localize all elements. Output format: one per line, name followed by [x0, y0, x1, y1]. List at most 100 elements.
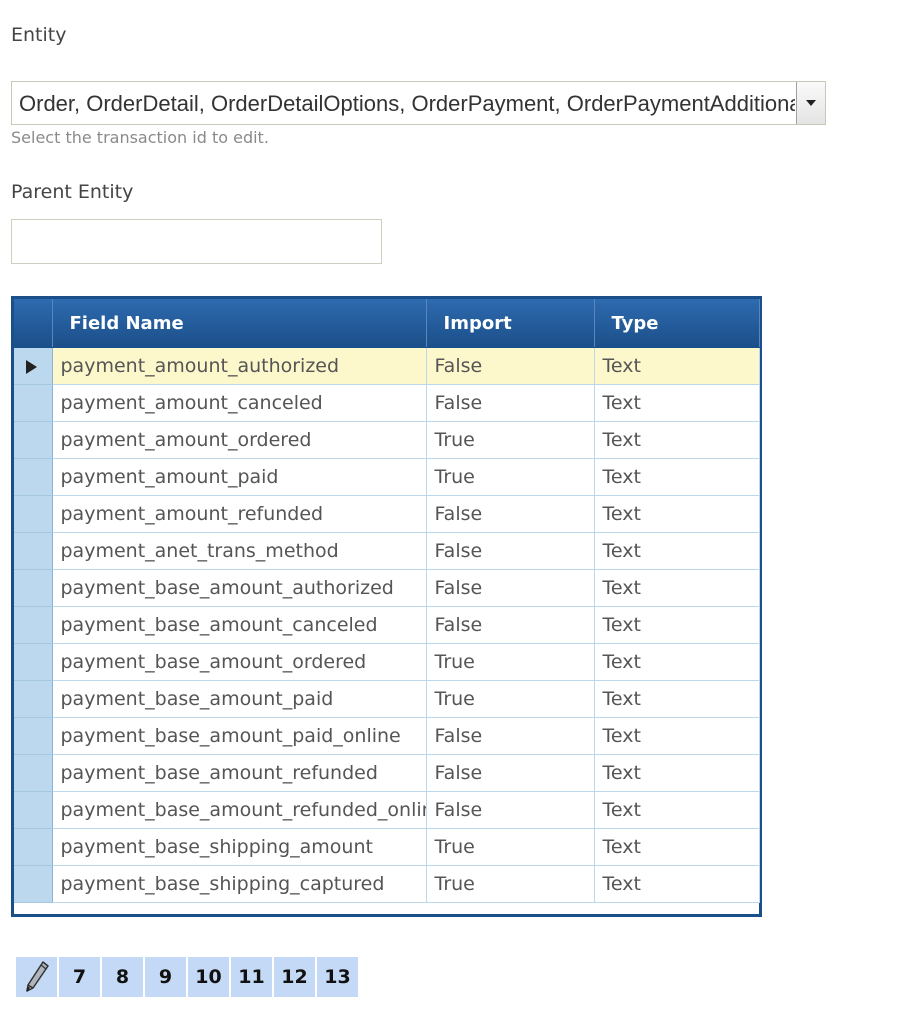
- chevron-down-icon: [806, 100, 816, 106]
- row-selector[interactable]: [14, 421, 53, 459]
- field-name-cell[interactable]: payment_amount_paid: [52, 458, 427, 496]
- row-selector[interactable]: [14, 828, 53, 866]
- field-name-cell[interactable]: payment_base_amount_paid: [52, 680, 427, 718]
- import-cell[interactable]: False: [426, 791, 595, 829]
- table-row[interactable]: payment_base_amount_paid True Text: [14, 680, 760, 718]
- import-cell[interactable]: False: [426, 569, 595, 607]
- row-selector[interactable]: [14, 569, 53, 607]
- table-row[interactable]: payment_base_amount_refunded_online False…: [14, 791, 760, 829]
- type-cell[interactable]: Text: [594, 347, 760, 385]
- import-cell[interactable]: False: [426, 717, 595, 755]
- import-cell[interactable]: True: [426, 680, 595, 718]
- field-name-cell[interactable]: payment_anet_trans_method: [52, 532, 427, 570]
- field-name-cell[interactable]: payment_base_amount_ordered: [52, 643, 427, 681]
- table-row[interactable]: payment_base_amount_paid_online False Text: [14, 717, 760, 755]
- type-cell[interactable]: Text: [594, 458, 760, 496]
- field-name-cell[interactable]: payment_base_shipping_amount: [52, 828, 427, 866]
- table-row[interactable]: payment_base_shipping_amount True Text: [14, 828, 760, 866]
- row-selector[interactable]: [14, 495, 53, 533]
- row-selector[interactable]: [14, 717, 53, 755]
- field-name-cell[interactable]: payment_amount_authorized: [52, 347, 427, 385]
- header-row: Field Name Import Type: [14, 299, 760, 348]
- table-row[interactable]: payment_amount_ordered True Text: [14, 421, 760, 459]
- field-name-cell[interactable]: payment_amount_ordered: [52, 421, 427, 459]
- entity-dropdown[interactable]: Order, OrderDetail, OrderDetailOptions, …: [11, 81, 826, 125]
- row-selector[interactable]: [14, 865, 53, 903]
- type-cell[interactable]: Text: [594, 421, 760, 459]
- table-row[interactable]: payment_base_shipping_captured True Text: [14, 865, 760, 903]
- page-link-13[interactable]: 13: [317, 957, 358, 997]
- row-selector[interactable]: [14, 532, 53, 570]
- import-cell[interactable]: False: [426, 754, 595, 792]
- column-header-type[interactable]: Type: [594, 299, 760, 348]
- page-link-8[interactable]: 8: [102, 957, 143, 997]
- row-pointer-icon: [26, 360, 37, 374]
- type-cell[interactable]: Text: [594, 495, 760, 533]
- type-cell[interactable]: Text: [594, 791, 760, 829]
- page-link-11[interactable]: 11: [231, 957, 272, 997]
- import-cell[interactable]: False: [426, 384, 595, 422]
- row-selector[interactable]: [14, 754, 53, 792]
- field-name-cell[interactable]: payment_base_amount_authorized: [52, 569, 427, 607]
- table-row[interactable]: payment_base_amount_authorized False Text: [14, 569, 760, 607]
- row-selector[interactable]: [14, 680, 53, 718]
- type-cell[interactable]: Text: [594, 606, 760, 644]
- entity-label: Entity: [11, 24, 67, 46]
- parent-entity-label: Parent Entity: [11, 181, 134, 203]
- page-link-10[interactable]: 10: [188, 957, 229, 997]
- type-cell[interactable]: Text: [594, 865, 760, 903]
- import-cell[interactable]: False: [426, 532, 595, 570]
- import-cell[interactable]: True: [426, 643, 595, 681]
- field-name-cell[interactable]: payment_base_amount_paid_online: [52, 717, 427, 755]
- type-cell[interactable]: Text: [594, 532, 760, 570]
- type-cell[interactable]: Text: [594, 828, 760, 866]
- type-cell[interactable]: Text: [594, 680, 760, 718]
- table-row[interactable]: payment_base_amount_refunded False Text: [14, 754, 760, 792]
- page-link-12[interactable]: 12: [274, 957, 315, 997]
- row-selector[interactable]: [14, 791, 53, 829]
- row-selector[interactable]: [14, 347, 53, 385]
- import-cell[interactable]: True: [426, 421, 595, 459]
- entity-dropdown-value: Order, OrderDetail, OrderDetailOptions, …: [19, 91, 795, 116]
- field-name-cell[interactable]: payment_base_amount_refunded: [52, 754, 427, 792]
- type-cell[interactable]: Text: [594, 569, 760, 607]
- table-row[interactable]: payment_anet_trans_method False Text: [14, 532, 760, 570]
- pencil-icon: [25, 961, 49, 992]
- field-table: Field Name Import Type payment_amount_au…: [14, 299, 760, 903]
- column-header-import[interactable]: Import: [426, 299, 595, 348]
- table-row[interactable]: payment_amount_refunded False Text: [14, 495, 760, 533]
- row-selector[interactable]: [14, 458, 53, 496]
- table-row[interactable]: payment_base_amount_ordered True Text: [14, 643, 760, 681]
- field-grid: Field Name Import Type payment_amount_au…: [11, 296, 762, 917]
- field-name-cell[interactable]: payment_base_shipping_captured: [52, 865, 427, 903]
- row-selector[interactable]: [14, 643, 53, 681]
- import-cell[interactable]: False: [426, 606, 595, 644]
- column-header-field-name[interactable]: Field Name: [52, 299, 427, 348]
- import-cell[interactable]: True: [426, 458, 595, 496]
- row-selector[interactable]: [14, 606, 53, 644]
- import-cell[interactable]: False: [426, 347, 595, 385]
- parent-entity-input[interactable]: [11, 219, 382, 264]
- field-name-cell[interactable]: payment_base_amount_canceled: [52, 606, 427, 644]
- field-name-cell[interactable]: payment_base_amount_refunded_online: [52, 791, 427, 829]
- type-cell[interactable]: Text: [594, 717, 760, 755]
- import-cell[interactable]: False: [426, 495, 595, 533]
- edit-button[interactable]: [16, 957, 57, 997]
- table-row[interactable]: payment_base_amount_canceled False Text: [14, 606, 760, 644]
- page-link-7[interactable]: 7: [59, 957, 100, 997]
- dropdown-button[interactable]: [796, 82, 825, 124]
- type-cell[interactable]: Text: [594, 754, 760, 792]
- row-selector[interactable]: [14, 384, 53, 422]
- import-cell[interactable]: True: [426, 865, 595, 903]
- import-cell[interactable]: True: [426, 828, 595, 866]
- field-name-cell[interactable]: payment_amount_refunded: [52, 495, 427, 533]
- type-cell[interactable]: Text: [594, 643, 760, 681]
- page-link-9[interactable]: 9: [145, 957, 186, 997]
- table-row[interactable]: payment_amount_paid True Text: [14, 458, 760, 496]
- row-selector-header: [14, 299, 53, 348]
- table-row[interactable]: payment_amount_canceled False Text: [14, 384, 760, 422]
- field-name-cell[interactable]: payment_amount_canceled: [52, 384, 427, 422]
- type-cell[interactable]: Text: [594, 384, 760, 422]
- entity-hint: Select the transaction id to edit.: [11, 128, 269, 147]
- table-row[interactable]: payment_amount_authorized False Text: [14, 347, 760, 385]
